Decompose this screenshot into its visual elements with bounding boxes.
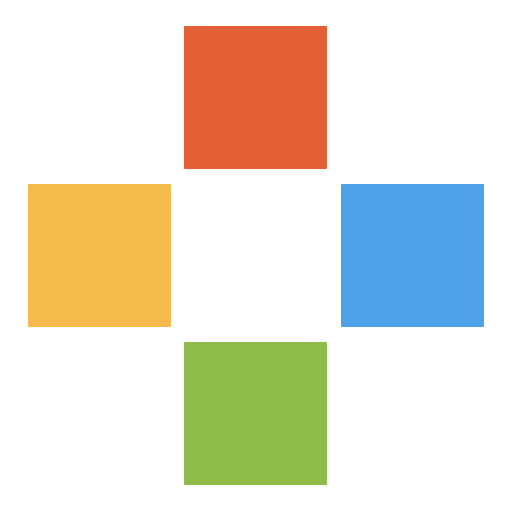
logo-canvas (0, 0, 512, 512)
left-yellow-tile-icon (28, 184, 171, 327)
right-blue-tile-icon (341, 184, 484, 327)
top-orange-tile-icon (184, 26, 327, 169)
bottom-green-tile-icon (184, 342, 327, 485)
